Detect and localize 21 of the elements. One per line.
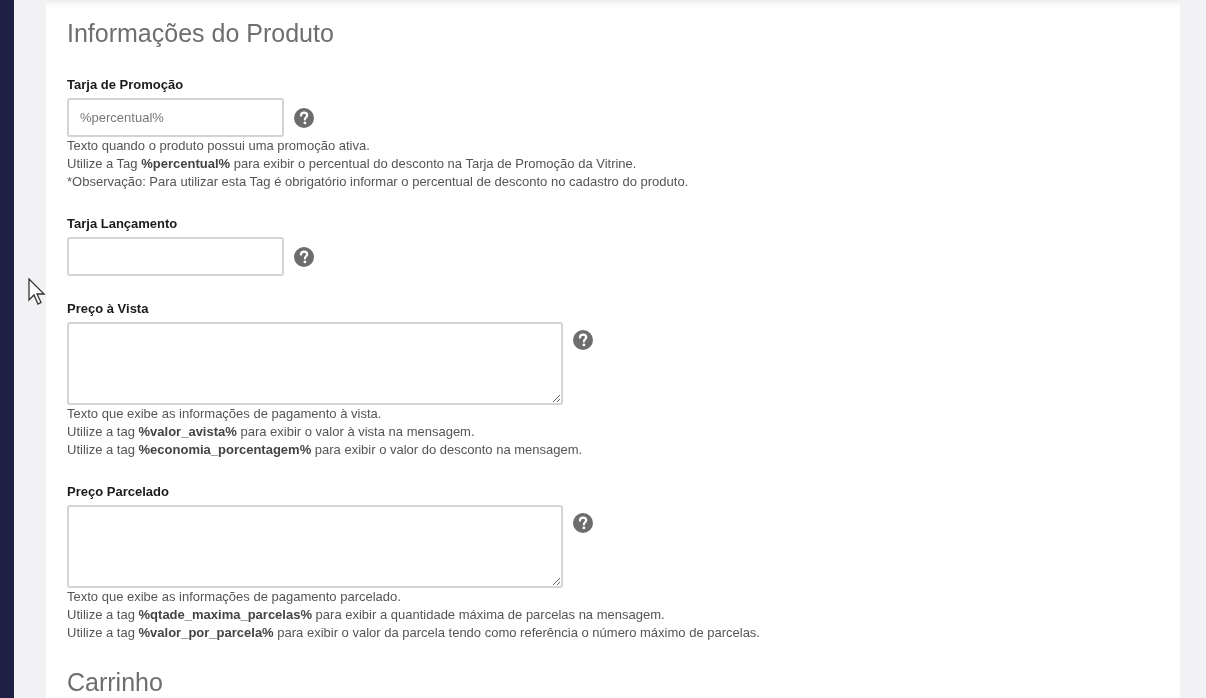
help-text: Texto que exibe as informações de pagamento à vista. bbox=[67, 405, 383, 423]
field-label: Preço à Vista bbox=[67, 301, 150, 317]
help-text: Utilize a Tag %percentual% para exibir o percentual do desconto na Tarja de Promoção da Vitrine. bbox=[67, 155, 638, 173]
field-label: Tarja de Promoção bbox=[67, 77, 185, 93]
help-text: Utilize a tag %valor_por_parcela% para exibir o valor da parcela tendo como referência o número máximo de parcelas. bbox=[67, 624, 761, 642]
help-icon[interactable] bbox=[573, 330, 593, 350]
field-label: Tarja Lançamento bbox=[67, 216, 179, 232]
help-text: Texto quando o produto possui uma promoção ativa. bbox=[67, 137, 371, 155]
help-icon[interactable] bbox=[294, 107, 314, 128]
help-text: *Observação: Para utilizar esta Tag é obrigatório informar o percentual de desconto no cadastro do produto. bbox=[67, 173, 690, 191]
help-text: Utilize a tag %valor_avista% para exibir o valor à vista na mensagem. bbox=[67, 423, 476, 441]
help-text: Utilize a tag %economia_porcentagem% para exibir o valor do desconto na mensagem. bbox=[67, 441, 584, 459]
help-text: Utilize a tag %qtade_maxima_parcelas% para exibir a quantidade máxima de parcelas na mensagem. bbox=[67, 606, 666, 624]
section-title: Informações do Produto bbox=[67, 18, 335, 48]
help-icon[interactable] bbox=[294, 246, 314, 267]
section-title: Carrinho bbox=[67, 667, 164, 697]
field-label: Preço Parcelado bbox=[67, 484, 170, 500]
help-icon[interactable] bbox=[573, 513, 593, 533]
text-field[interactable]: %percentual% bbox=[67, 98, 284, 137]
help-text: Texto que exibe as informações de pagamento parcelado. bbox=[67, 588, 402, 606]
text-field[interactable] bbox=[67, 237, 284, 276]
